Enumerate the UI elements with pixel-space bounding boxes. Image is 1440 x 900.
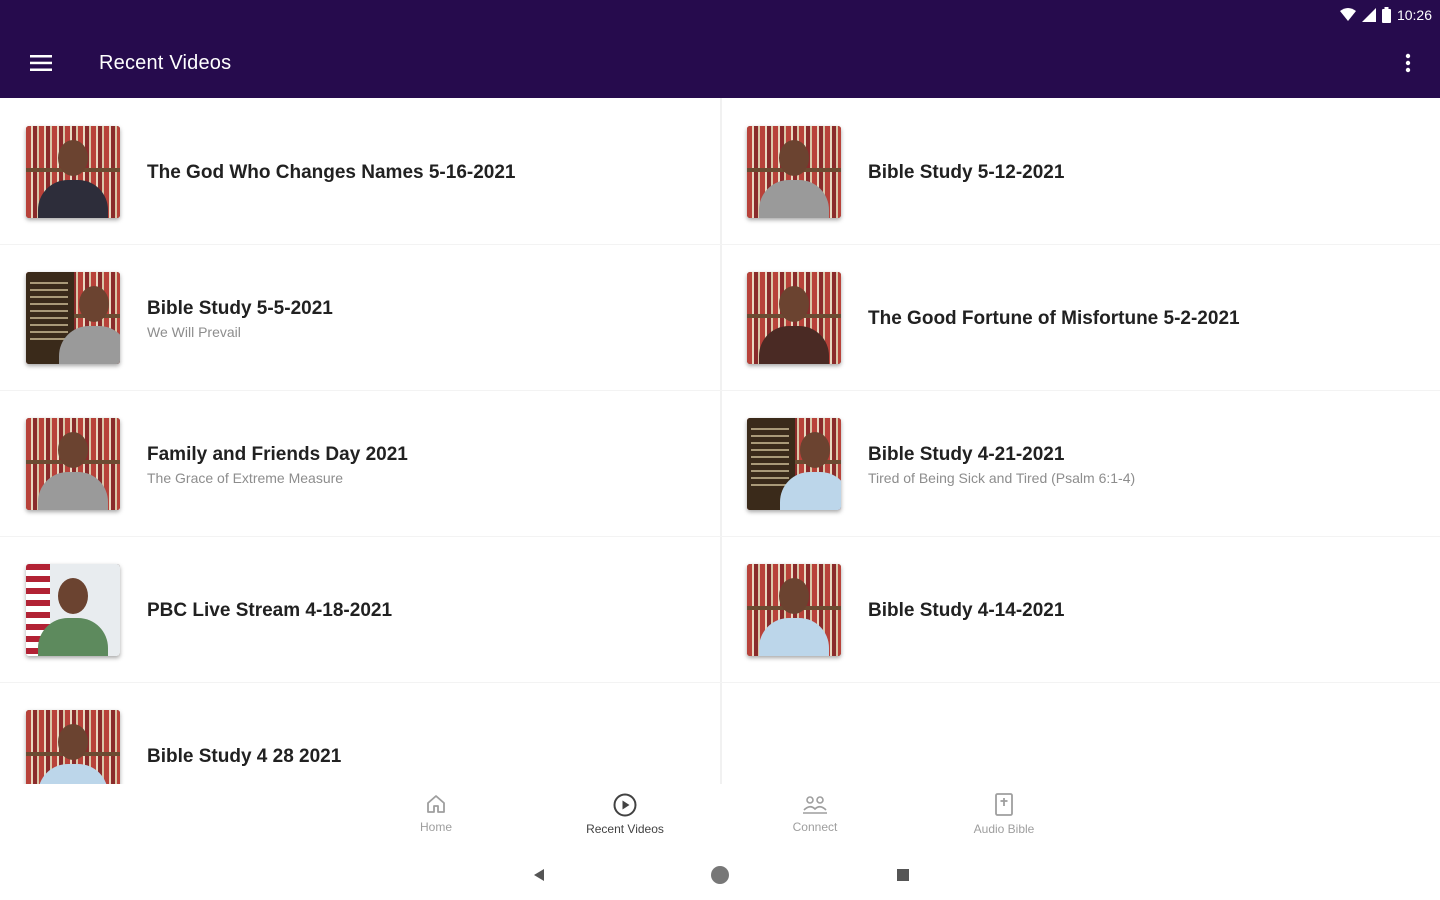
book-icon — [995, 793, 1013, 816]
video-thumbnail — [26, 418, 120, 510]
page-title: Recent Videos — [99, 52, 232, 74]
nav-connect[interactable]: Connect — [740, 792, 890, 844]
bottom-navigation: Home Recent Videos Connect Audio Bible — [0, 784, 1440, 850]
video-title: PBC Live Stream 4-18-2021 — [147, 600, 393, 621]
video-item[interactable]: Bible Study 4-21-2021 Tired of Being Sic… — [721, 390, 1421, 536]
video-thumbnail — [26, 564, 120, 656]
video-title: The God Who Changes Names 5-16-2021 — [147, 162, 516, 183]
video-thumbnail — [26, 710, 120, 784]
status-time: 10:26 — [1396, 7, 1432, 23]
app-bar: 10:26 Recent Videos — [0, 0, 1440, 98]
status-bar: 10:26 — [1339, 4, 1432, 26]
video-subtitle: We Will Prevail — [147, 324, 241, 340]
recents-square-icon[interactable] — [888, 862, 918, 888]
wifi-icon — [1339, 8, 1356, 21]
more-vert-icon[interactable] — [1394, 46, 1422, 80]
video-subtitle: The Grace of Extreme Measure — [147, 470, 344, 486]
nav-audio-bible[interactable]: Audio Bible — [929, 792, 1079, 844]
nav-label: Home — [419, 820, 452, 834]
nav-recent-videos[interactable]: Recent Videos — [550, 792, 700, 844]
video-item[interactable]: Bible Study 5-5-2021 We Will Prevail — [0, 244, 700, 390]
video-item[interactable]: Family and Friends Day 2021 The Grace of… — [0, 390, 700, 536]
people-icon — [803, 796, 827, 814]
nav-home[interactable]: Home — [361, 792, 511, 844]
video-title: Bible Study 5-5-2021 — [147, 298, 333, 319]
video-item[interactable]: Bible Study 5-12-2021 — [721, 98, 1421, 244]
battery-icon — [1381, 7, 1391, 23]
video-thumbnail — [747, 272, 841, 364]
nav-label: Connect — [792, 820, 838, 834]
video-item[interactable]: Bible Study 4-14-2021 — [721, 536, 1421, 682]
video-subtitle: Tired of Being Sick and Tired (Psalm 6:1… — [868, 470, 1136, 486]
hamburger-menu-icon[interactable] — [22, 46, 60, 80]
video-item[interactable]: The God Who Changes Names 5-16-2021 — [0, 98, 700, 244]
back-icon[interactable] — [524, 862, 554, 888]
play-circle-icon — [613, 793, 637, 817]
video-thumbnail — [747, 564, 841, 656]
video-title: Bible Study 4-21-2021 — [868, 444, 1065, 465]
nav-label: Recent Videos — [586, 822, 664, 836]
video-item[interactable]: PBC Live Stream 4-18-2021 — [0, 536, 700, 682]
home-circle-icon[interactable] — [705, 862, 735, 888]
video-item[interactable]: Bible Study 4 28 2021 — [0, 682, 700, 784]
home-icon — [427, 795, 445, 813]
video-title: Family and Friends Day 2021 — [147, 444, 408, 465]
video-list: The God Who Changes Names 5-16-2021 Bibl… — [0, 98, 1440, 784]
video-thumbnail — [26, 272, 120, 364]
video-title: Bible Study 4 28 2021 — [147, 746, 342, 767]
video-thumbnail — [26, 126, 120, 218]
video-title: Bible Study 4-14-2021 — [868, 600, 1065, 621]
video-title: The Good Fortune of Misfortune 5-2-2021 — [868, 308, 1240, 329]
system-navigation-bar — [0, 850, 1440, 900]
video-title: Bible Study 5-12-2021 — [868, 162, 1065, 183]
video-thumbnail — [747, 126, 841, 218]
nav-label: Audio Bible — [973, 822, 1035, 836]
video-item[interactable]: The Good Fortune of Misfortune 5-2-2021 — [721, 244, 1421, 390]
signal-icon — [1361, 8, 1376, 22]
video-thumbnail — [747, 418, 841, 510]
